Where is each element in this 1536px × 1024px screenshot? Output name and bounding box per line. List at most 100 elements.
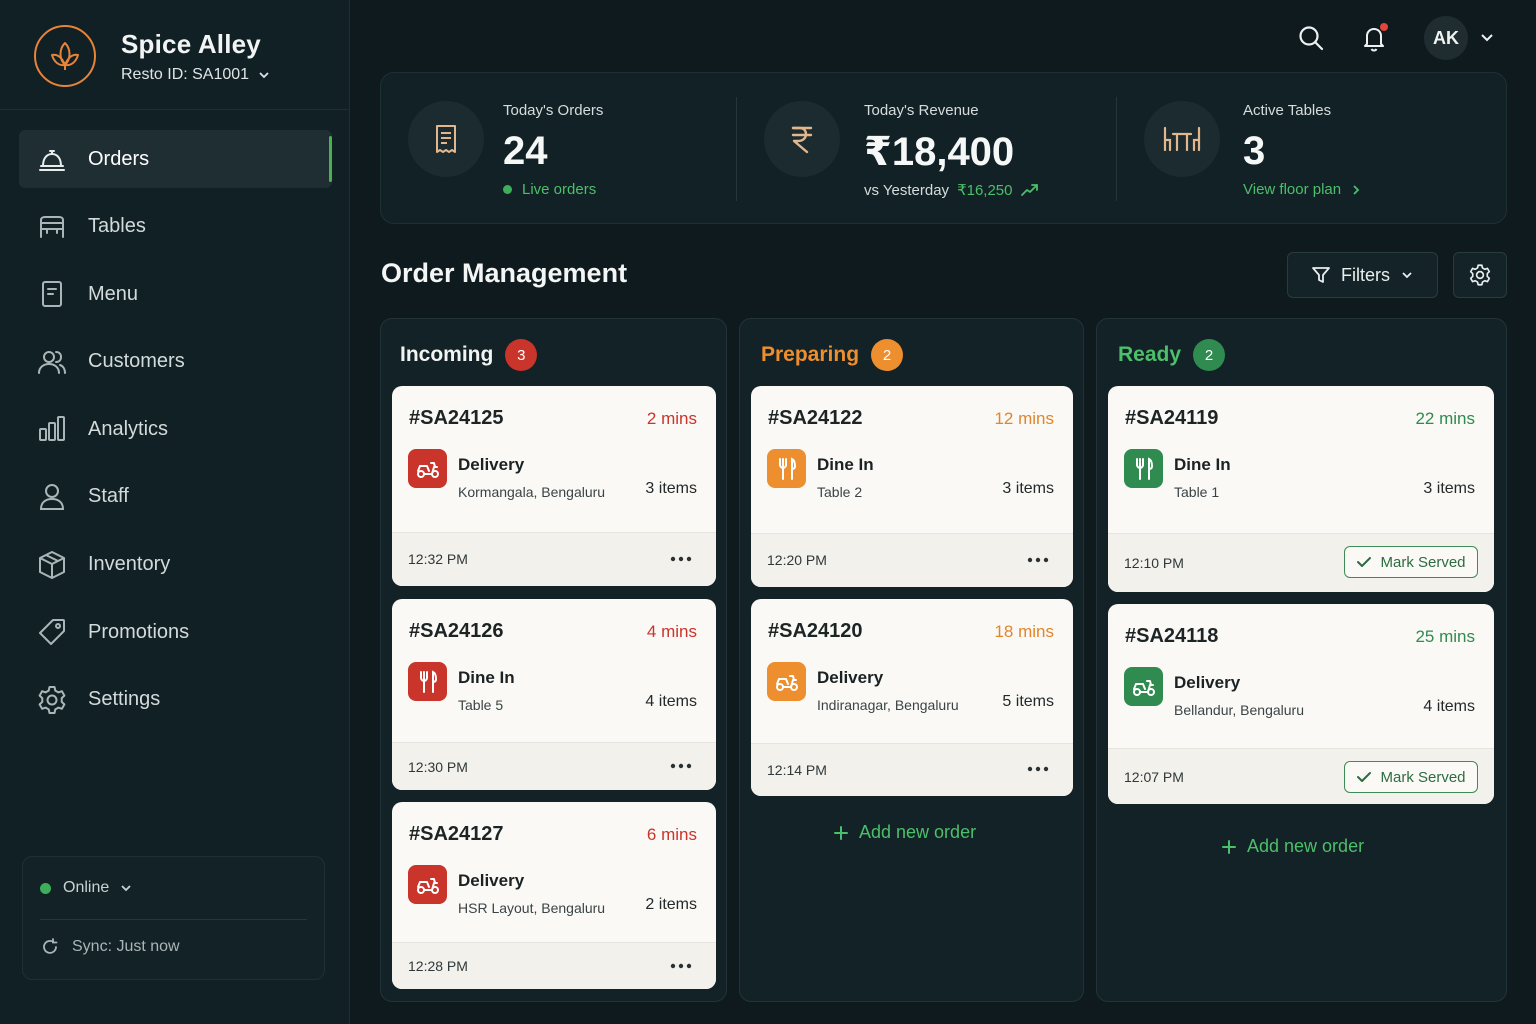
stats-panel: Today's Orders 24 Live orders Today's Re… [380, 72, 1507, 224]
order-elapsed-time: 12 mins [994, 409, 1054, 428]
users-icon [36, 346, 68, 378]
menu-document-icon [36, 278, 68, 310]
more-options-icon[interactable] [670, 554, 692, 564]
order-card[interactable]: #SA24127 6 mins Delivery HSR Layout, Ben… [392, 802, 716, 989]
sync-label: Sync: Just now [72, 938, 180, 955]
order-item-count: 4 items [1423, 698, 1475, 715]
nav-item-promotions[interactable]: Promotions [19, 603, 332, 661]
order-location: HSR Layout, Bengaluru [458, 900, 606, 916]
more-options-icon[interactable] [1027, 764, 1049, 774]
order-time: 12:07 PM [1124, 769, 1184, 785]
order-id: #SA24119 [1125, 407, 1219, 429]
order-location: Kormangala, Bengaluru [458, 484, 606, 500]
card-footer: 12:30 PM [392, 742, 716, 790]
order-type: Dine In [817, 455, 874, 474]
revenue-comparison: vs Yesterday ₹16,250 [864, 181, 1039, 199]
order-elapsed-time: 22 mins [1415, 409, 1475, 428]
nav-item-customers[interactable]: Customers [19, 333, 332, 391]
order-time: 12:28 PM [408, 958, 468, 974]
mark-served-button[interactable]: Mark Served [1344, 761, 1478, 793]
card-footer: 12:10 PM Mark Served [1108, 533, 1494, 592]
order-elapsed-time: 18 mins [994, 622, 1054, 641]
card-footer: 12:07 PM Mark Served [1108, 748, 1494, 804]
nav-item-inventory[interactable]: Inventory [19, 536, 332, 594]
board-settings-button[interactable] [1453, 252, 1507, 298]
gear-icon [36, 684, 68, 716]
order-id: #SA24122 [768, 407, 863, 429]
order-id: #SA24125 [409, 407, 504, 429]
yesterday-revenue-value: ₹16,250 [957, 182, 1013, 199]
notifications-button[interactable] [1356, 20, 1392, 56]
search-button[interactable] [1293, 20, 1329, 56]
refresh-icon [43, 938, 58, 954]
table-icon [1144, 101, 1220, 177]
chevron-down-icon [259, 71, 269, 78]
order-type: Delivery [817, 668, 884, 687]
more-options-icon[interactable] [670, 961, 692, 971]
online-status-label: Online [63, 879, 110, 896]
order-card[interactable]: #SA24125 2 mins Delivery Kormangala, Ben… [392, 386, 716, 586]
nav-label: Promotions [88, 620, 190, 643]
live-orders-label: Live orders [522, 181, 597, 198]
order-card[interactable]: #SA24122 12 mins Dine In Table 2 3 items… [751, 386, 1073, 587]
column-title: Incoming [400, 343, 494, 366]
view-floor-plan-link[interactable]: View floor plan [1243, 181, 1363, 198]
order-card[interactable]: #SA24119 22 mins Dine In Table 1 3 items… [1108, 386, 1494, 592]
nav-item-settings[interactable]: Settings [19, 671, 332, 729]
order-elapsed-time: 6 mins [646, 825, 697, 844]
scooter-icon [1124, 667, 1163, 706]
column-title: Preparing [761, 343, 860, 366]
order-card[interactable]: #SA24126 4 mins Dine In Table 5 4 items … [392, 599, 716, 790]
nav-item-orders[interactable]: Orders [19, 130, 332, 188]
filters-label: Filters [1341, 264, 1390, 285]
online-status-selector[interactable]: Online [40, 879, 133, 897]
column-header: Ready 2 [1118, 339, 1226, 371]
order-elapsed-time: 2 mins [646, 409, 697, 428]
order-card[interactable]: #SA24120 18 mins Delivery Indiranagar, B… [751, 599, 1073, 796]
order-card[interactable]: #SA24118 25 mins Delivery Bellandur, Ben… [1108, 604, 1494, 804]
add-new-order-button[interactable]: Add new order [833, 822, 976, 843]
mark-served-button[interactable]: Mark Served [1344, 546, 1478, 578]
mark-served-label: Mark Served [1380, 553, 1466, 571]
nav-label: Staff [88, 485, 129, 508]
column-preparing: Preparing 2 #SA24122 12 mins Dine In Tab… [739, 318, 1084, 1002]
live-orders-indicator: Live orders [503, 181, 596, 198]
more-options-icon[interactable] [1027, 555, 1049, 565]
scooter-icon [408, 865, 447, 904]
check-icon [1357, 557, 1372, 567]
avatar[interactable]: AK [1424, 16, 1468, 60]
column-header: Incoming 3 [400, 339, 538, 371]
order-item-count: 3 items [645, 480, 697, 497]
order-time: 12:10 PM [1124, 555, 1184, 571]
card-footer: 12:32 PM [392, 532, 716, 586]
nav-item-analytics[interactable]: Analytics [19, 400, 332, 458]
resto-id-selector[interactable]: Resto ID: SA1001 [121, 66, 271, 84]
filter-icon [1312, 267, 1330, 283]
comparison-label: vs Yesterday [864, 181, 950, 199]
add-new-order-button[interactable]: Add new order [1221, 836, 1364, 857]
card-footer: 12:14 PM [751, 743, 1073, 796]
nav-item-menu[interactable]: Menu [19, 265, 332, 323]
more-options-icon[interactable] [670, 761, 692, 771]
nav-item-staff[interactable]: Staff [19, 468, 332, 526]
stat-value: ₹18,400 [864, 130, 1015, 174]
sidebar-divider [0, 109, 349, 110]
add-new-order-label: Add new order [859, 822, 977, 842]
fork-knife-icon [1124, 449, 1163, 488]
order-location: Indiranagar, Bengaluru [817, 697, 959, 713]
order-time: 12:30 PM [408, 759, 468, 775]
column-incoming: Incoming 3 #SA24125 2 mins Delivery Korm… [380, 318, 727, 1002]
chevron-down-icon[interactable] [1478, 28, 1496, 46]
nav-item-tables[interactable]: Tables [19, 198, 332, 256]
nav-label: Tables [88, 215, 146, 238]
resto-id-label: Resto ID: SA1001 [121, 65, 250, 83]
filters-button[interactable]: Filters [1287, 252, 1438, 298]
search-icon [1299, 26, 1324, 51]
order-item-count: 3 items [1002, 480, 1054, 497]
nav-label: Inventory [88, 553, 171, 576]
check-icon [1357, 772, 1372, 782]
leaf-icon [34, 25, 96, 87]
page-title: Order Management [381, 258, 628, 288]
order-type: Delivery [458, 455, 525, 474]
order-time: 12:32 PM [408, 551, 468, 567]
